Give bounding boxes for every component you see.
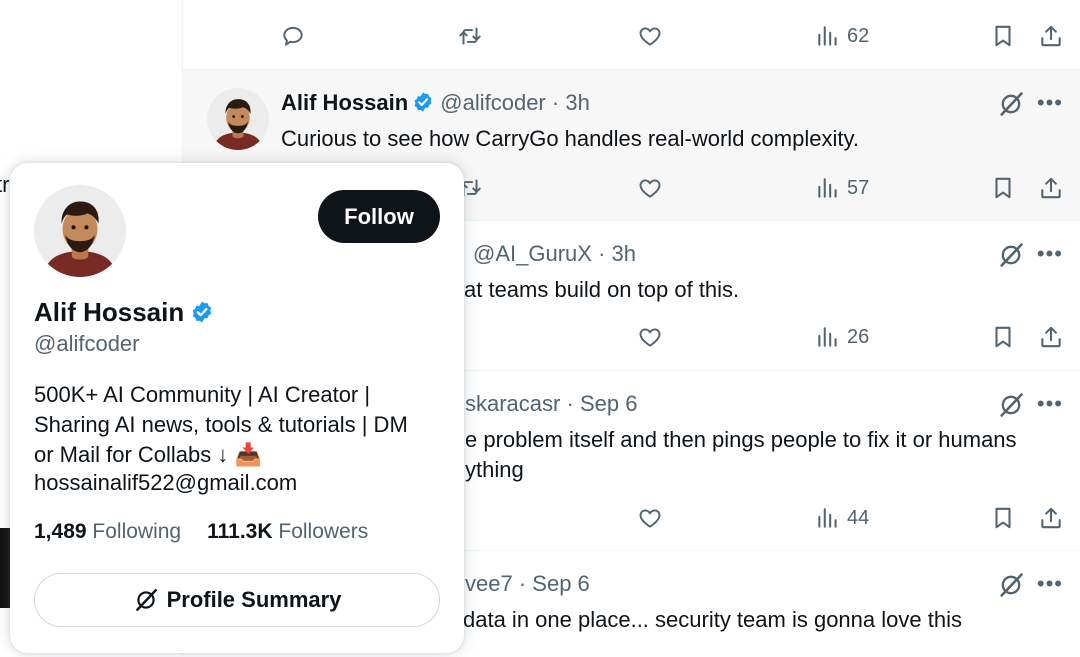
- tweet-header: @AI_GuruX · 3h: [473, 241, 636, 267]
- author-handle[interactable]: @alifcoder: [440, 90, 546, 115]
- share-button[interactable]: [1038, 317, 1064, 357]
- separator: ·: [518, 571, 527, 596]
- analytics-icon: [815, 175, 841, 201]
- retweet-button[interactable]: [457, 16, 483, 56]
- follow-button[interactable]: Follow: [318, 190, 440, 243]
- profile-name-row: Alif Hossain: [34, 297, 214, 328]
- like-button[interactable]: [637, 317, 663, 357]
- retweet-icon: [457, 23, 483, 49]
- views-count: 26: [847, 325, 870, 348]
- profile-email: hossainalif522@gmail.com: [34, 470, 298, 495]
- share-icon: [1038, 505, 1064, 531]
- avatar[interactable]: [207, 88, 269, 150]
- separator: ·: [551, 90, 560, 115]
- analytics-icon: [815, 23, 841, 49]
- verified-badge-icon: [190, 300, 214, 324]
- analytics-icon: [815, 324, 841, 350]
- views-button[interactable]: 57: [815, 168, 869, 208]
- analytics-icon: [815, 505, 841, 531]
- profile-bio: 500K+ AI Community | AI Creator | Sharin…: [34, 380, 444, 470]
- heart-icon: [637, 23, 663, 49]
- more-icon[interactable]: •••: [1037, 241, 1063, 267]
- heart-icon: [637, 505, 663, 531]
- tweet-header: vee7 · Sep 6: [465, 571, 590, 597]
- tweet-header: skaracasr · Sep 6: [465, 391, 637, 417]
- avatar-image: [34, 185, 126, 277]
- tweet-header: Alif Hossain @alifcoder · 3h: [281, 90, 590, 116]
- more-icon[interactable]: •••: [1037, 90, 1063, 116]
- profile-summary-button[interactable]: Profile Summary: [34, 573, 440, 627]
- tweet-time[interactable]: Sep 6: [532, 571, 590, 596]
- views-count: 62: [847, 24, 870, 47]
- like-button[interactable]: [637, 16, 663, 56]
- share-icon: [1038, 23, 1064, 49]
- following-link[interactable]: 1,489 Following: [34, 520, 181, 543]
- tweet-time[interactable]: 3h: [565, 90, 589, 115]
- bookmark-icon: [990, 175, 1016, 201]
- reply-icon: [280, 23, 306, 49]
- author-handle[interactable]: vee7: [465, 571, 513, 596]
- share-button[interactable]: [1038, 498, 1064, 538]
- tweet-text: Curious to see how CarryGo handles real-…: [281, 126, 859, 151]
- tweet-time[interactable]: 3h: [612, 241, 636, 266]
- grok-icon[interactable]: [997, 571, 1025, 599]
- bio-line: Sharing AI news, tools & tutorials | DM: [34, 412, 408, 437]
- followers-link[interactable]: 111.3K Followers: [207, 520, 368, 543]
- views-count: 57: [847, 176, 870, 199]
- profile-handle[interactable]: @alifcoder: [34, 331, 140, 357]
- followers-label: Followers: [278, 520, 369, 543]
- bookmark-button[interactable]: [990, 16, 1016, 56]
- followers-count: 111.3K: [207, 520, 273, 543]
- separator: ·: [598, 241, 606, 266]
- separator: ·: [566, 391, 574, 416]
- views-button[interactable]: 26: [815, 317, 869, 357]
- tweet-text: data in one place... security team is go…: [463, 607, 962, 632]
- following-count: 1,489: [34, 520, 87, 543]
- more-icon[interactable]: •••: [1037, 391, 1063, 417]
- more-icon[interactable]: •••: [1037, 571, 1063, 597]
- tweet-text: e problem itself and then pings people t…: [465, 427, 1017, 452]
- tweet-time[interactable]: Sep 6: [580, 391, 638, 416]
- share-icon: [1038, 324, 1064, 350]
- grok-icon[interactable]: [997, 90, 1025, 118]
- author-handle[interactable]: @AI_GuruX: [473, 241, 592, 266]
- tweet-actions: 62: [183, 16, 1080, 56]
- bookmark-icon: [990, 23, 1016, 49]
- profile-summary-label: Profile Summary: [166, 587, 342, 612]
- bookmark-button[interactable]: [990, 498, 1016, 538]
- profile-avatar[interactable]: [34, 185, 126, 277]
- background-text: tr: [0, 172, 10, 197]
- heart-icon: [637, 324, 663, 350]
- following-label: Following: [92, 520, 182, 543]
- share-icon: [1038, 175, 1064, 201]
- heart-icon: [637, 175, 663, 201]
- share-button[interactable]: [1038, 168, 1064, 208]
- bio-line: 500K+ AI Community | AI Creator |: [34, 382, 371, 407]
- bookmark-icon: [990, 505, 1016, 531]
- grok-icon[interactable]: [997, 391, 1025, 419]
- views-count: 44: [847, 506, 870, 529]
- views-button[interactable]: 62: [815, 16, 869, 56]
- views-button[interactable]: 44: [815, 498, 869, 538]
- reply-button[interactable]: [280, 16, 306, 56]
- profile-stats: 1,489 Following 111.3K Followers: [34, 520, 368, 544]
- verified-badge-icon: [412, 91, 434, 113]
- bookmark-icon: [990, 324, 1016, 350]
- bookmark-button[interactable]: [990, 317, 1016, 357]
- like-button[interactable]: [637, 498, 663, 538]
- grok-icon[interactable]: [997, 241, 1025, 269]
- like-button[interactable]: [637, 168, 663, 208]
- author-name[interactable]: Alif Hossain: [281, 90, 408, 115]
- profile-name[interactable]: Alif Hossain: [34, 297, 184, 327]
- grok-icon: [133, 587, 159, 613]
- tweet-text: at teams build on top of this.: [464, 277, 740, 302]
- bio-line: or Mail for Collabs ↓ 📥: [34, 442, 262, 467]
- share-button[interactable]: [1038, 16, 1064, 56]
- avatar-image: [207, 88, 269, 150]
- bookmark-button[interactable]: [990, 168, 1016, 208]
- author-handle[interactable]: skaracasr: [465, 391, 560, 416]
- profile-hover-card: Follow Alif Hossain @alifcoder 500K+ AI …: [10, 163, 464, 653]
- tweet-text-continued: ything: [465, 457, 524, 482]
